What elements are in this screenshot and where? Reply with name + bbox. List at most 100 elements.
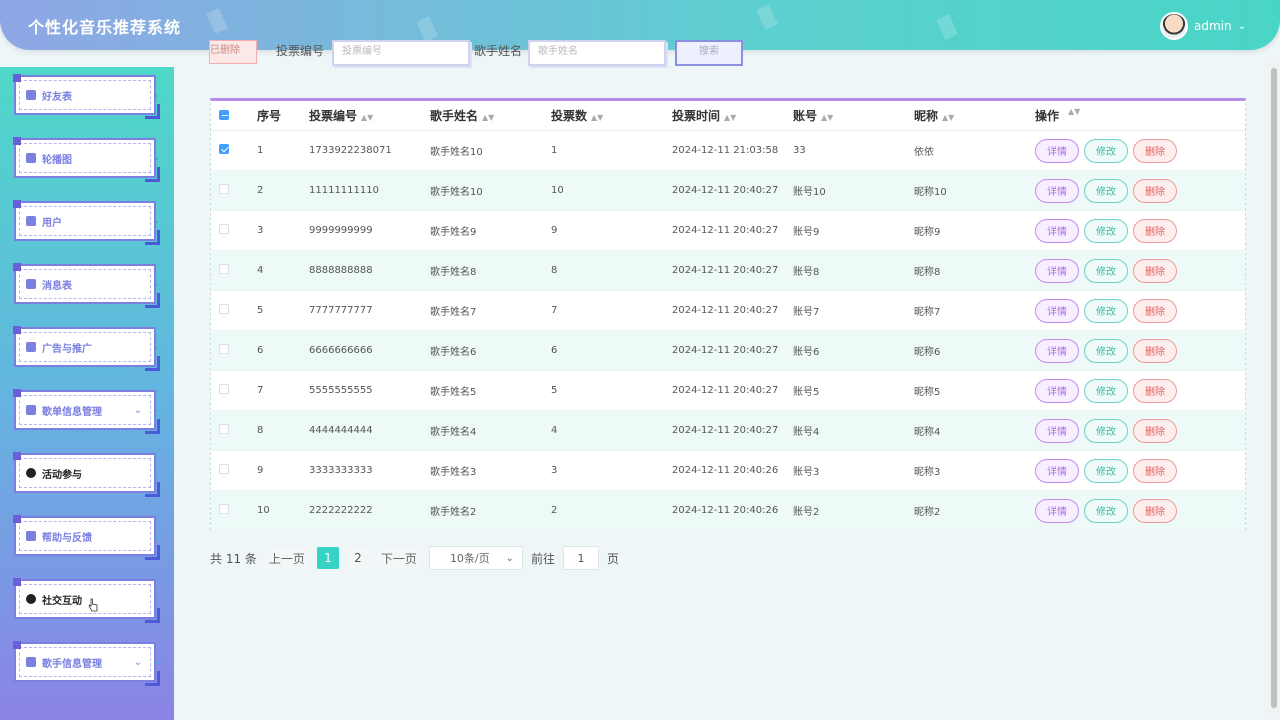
detail-button[interactable]: 详情 bbox=[1035, 458, 1079, 483]
user-menu[interactable]: admin ⌄ bbox=[1160, 12, 1246, 40]
detail-button[interactable]: 详情 bbox=[1035, 258, 1079, 283]
page-scrollbar[interactable] bbox=[1270, 58, 1278, 718]
edit-button[interactable]: 修改 bbox=[1084, 298, 1128, 323]
detail-button[interactable]: 详情 bbox=[1035, 378, 1079, 403]
edit-button[interactable]: 修改 bbox=[1084, 458, 1128, 483]
row-checkbox[interactable] bbox=[219, 344, 229, 357]
sidebar-item-6[interactable]: 歌单信息管理 ⌄ bbox=[13, 389, 160, 434]
sort-icon[interactable]: ▲▼ bbox=[482, 113, 494, 122]
singer-placeholder: 歌手姓名 bbox=[538, 46, 578, 57]
sort-icon[interactable]: ▲▼ bbox=[821, 113, 833, 122]
delete-button[interactable]: 删除 bbox=[1133, 258, 1177, 283]
row-checkbox[interactable] bbox=[219, 504, 229, 517]
sidebar-item-10[interactable]: 歌手信息管理 ⌄ bbox=[13, 641, 160, 686]
detail-button[interactable]: 详情 bbox=[1035, 138, 1079, 163]
row-checkbox[interactable] bbox=[219, 384, 229, 397]
cell-vote-code: 8888888888 bbox=[309, 265, 373, 276]
sidebar-item-7[interactable]: 活动参与 bbox=[13, 452, 160, 497]
sidebar-item-label: 广告与推广 bbox=[42, 343, 92, 355]
row-checkbox[interactable] bbox=[219, 184, 229, 197]
sidebar-item-label: 歌单信息管理 bbox=[42, 406, 102, 418]
sort-icon[interactable]: ▲▼ bbox=[942, 113, 954, 122]
row-checkbox[interactable] bbox=[219, 464, 229, 477]
sidebar-item-3[interactable]: 用户 bbox=[13, 200, 160, 245]
header-actions[interactable]: 操作 ▲▼ bbox=[1035, 107, 1080, 124]
cell-time: 2024-12-11 20:40:27 bbox=[672, 305, 779, 316]
menu-icon bbox=[26, 657, 36, 667]
row-checkbox[interactable] bbox=[219, 224, 229, 237]
sidebar-item-2[interactable]: 轮播图 bbox=[13, 137, 160, 182]
app-title: 个性化音乐推荐系统 bbox=[28, 18, 182, 37]
header-singer[interactable]: 歌手姓名 ▲▼ bbox=[430, 107, 494, 124]
edit-button[interactable]: 修改 bbox=[1084, 378, 1128, 403]
detail-button[interactable]: 详情 bbox=[1035, 178, 1079, 203]
row-actions: 详情 修改 删除 bbox=[1035, 418, 1177, 443]
header-account[interactable]: 账号 ▲▼ bbox=[793, 107, 833, 124]
page-size-select[interactable]: 10条/页 ⌄ bbox=[428, 546, 523, 570]
sidebar-item-8[interactable]: 帮助与反馈 bbox=[13, 515, 160, 560]
edit-button[interactable]: 修改 bbox=[1084, 218, 1128, 243]
row-checkbox[interactable] bbox=[219, 144, 229, 157]
search-button[interactable]: 搜索 bbox=[675, 40, 743, 66]
cell-votes: 10 bbox=[551, 185, 564, 196]
header-time[interactable]: 投票时间 ▲▼ bbox=[672, 107, 736, 124]
delete-button[interactable]: 删除 bbox=[1133, 298, 1177, 323]
sidebar-item-4[interactable]: 消息表 bbox=[13, 263, 160, 308]
sort-icon[interactable]: ▲▼ bbox=[591, 113, 603, 122]
detail-button[interactable]: 详情 bbox=[1035, 338, 1079, 363]
delete-button[interactable]: 删除 bbox=[1133, 498, 1177, 523]
deleted-button[interactable]: 已删除 bbox=[209, 40, 257, 64]
detail-button[interactable]: 详情 bbox=[1035, 498, 1079, 523]
cell-time: 2024-12-11 20:40:27 bbox=[672, 345, 779, 356]
edit-button[interactable]: 修改 bbox=[1084, 138, 1128, 163]
row-checkbox[interactable] bbox=[219, 304, 229, 317]
delete-button[interactable]: 删除 bbox=[1133, 458, 1177, 483]
edit-button[interactable]: 修改 bbox=[1084, 178, 1128, 203]
next-page-button[interactable]: 下一页 bbox=[376, 547, 421, 569]
page-2-button[interactable]: 2 bbox=[346, 547, 369, 569]
cell-account: 账号6 bbox=[793, 347, 820, 358]
cell-singer: 歌手姓名8 bbox=[430, 267, 477, 278]
scrollbar-thumb[interactable] bbox=[1271, 68, 1277, 708]
delete-button[interactable]: 删除 bbox=[1133, 178, 1177, 203]
cell-nickname: 昵称4 bbox=[914, 427, 941, 438]
singer-input[interactable]: 歌手姓名 bbox=[528, 40, 666, 66]
sidebar-item-label: 帮助与反馈 bbox=[42, 532, 92, 544]
vote-code-input[interactable]: 投票编号 bbox=[332, 40, 470, 66]
corner-decoration bbox=[13, 641, 21, 649]
detail-button[interactable]: 详情 bbox=[1035, 418, 1079, 443]
detail-button[interactable]: 详情 bbox=[1035, 298, 1079, 323]
total-count: 共 11 条 bbox=[210, 551, 257, 566]
header-votes[interactable]: 投票数 ▲▼ bbox=[551, 107, 603, 124]
sort-icon[interactable]: ▲▼ bbox=[361, 113, 373, 122]
sidebar-item-1[interactable]: 好友表 bbox=[13, 74, 160, 119]
goto-page-input[interactable]: 1 bbox=[562, 546, 599, 570]
cell-vote-code: 11111111110 bbox=[309, 185, 379, 196]
sort-icon[interactable]: ▲▼ bbox=[724, 113, 736, 122]
edit-button[interactable]: 修改 bbox=[1084, 498, 1128, 523]
sort-icon[interactable]: ▲▼ bbox=[1068, 107, 1080, 124]
edit-button[interactable]: 修改 bbox=[1084, 418, 1128, 443]
delete-button[interactable]: 删除 bbox=[1133, 218, 1177, 243]
edit-button[interactable]: 修改 bbox=[1084, 338, 1128, 363]
edit-button[interactable]: 修改 bbox=[1084, 258, 1128, 283]
sidebar-item-9[interactable]: 社交互动 bbox=[13, 578, 160, 623]
row-actions: 详情 修改 删除 bbox=[1035, 258, 1177, 283]
delete-button[interactable]: 删除 bbox=[1133, 338, 1177, 363]
delete-button[interactable]: 删除 bbox=[1133, 138, 1177, 163]
corner-decoration bbox=[13, 389, 21, 397]
header-nickname[interactable]: 昵称 ▲▼ bbox=[914, 107, 954, 124]
cell-singer: 歌手姓名10 bbox=[430, 187, 483, 198]
row-checkbox[interactable] bbox=[219, 264, 229, 277]
page-1-button[interactable]: 1 bbox=[316, 547, 339, 569]
select-all-checkbox[interactable] bbox=[219, 109, 229, 123]
delete-button[interactable]: 删除 bbox=[1133, 418, 1177, 443]
cell-vote-code: 3333333333 bbox=[309, 465, 373, 476]
prev-page-button[interactable]: 上一页 bbox=[264, 547, 309, 569]
header-vote-code[interactable]: 投票编号 ▲▼ bbox=[309, 107, 373, 124]
row-checkbox[interactable] bbox=[219, 424, 229, 437]
detail-button[interactable]: 详情 bbox=[1035, 218, 1079, 243]
sidebar-item-5[interactable]: 广告与推广 bbox=[13, 326, 160, 371]
delete-button[interactable]: 删除 bbox=[1133, 378, 1177, 403]
header-decoration bbox=[206, 8, 228, 34]
